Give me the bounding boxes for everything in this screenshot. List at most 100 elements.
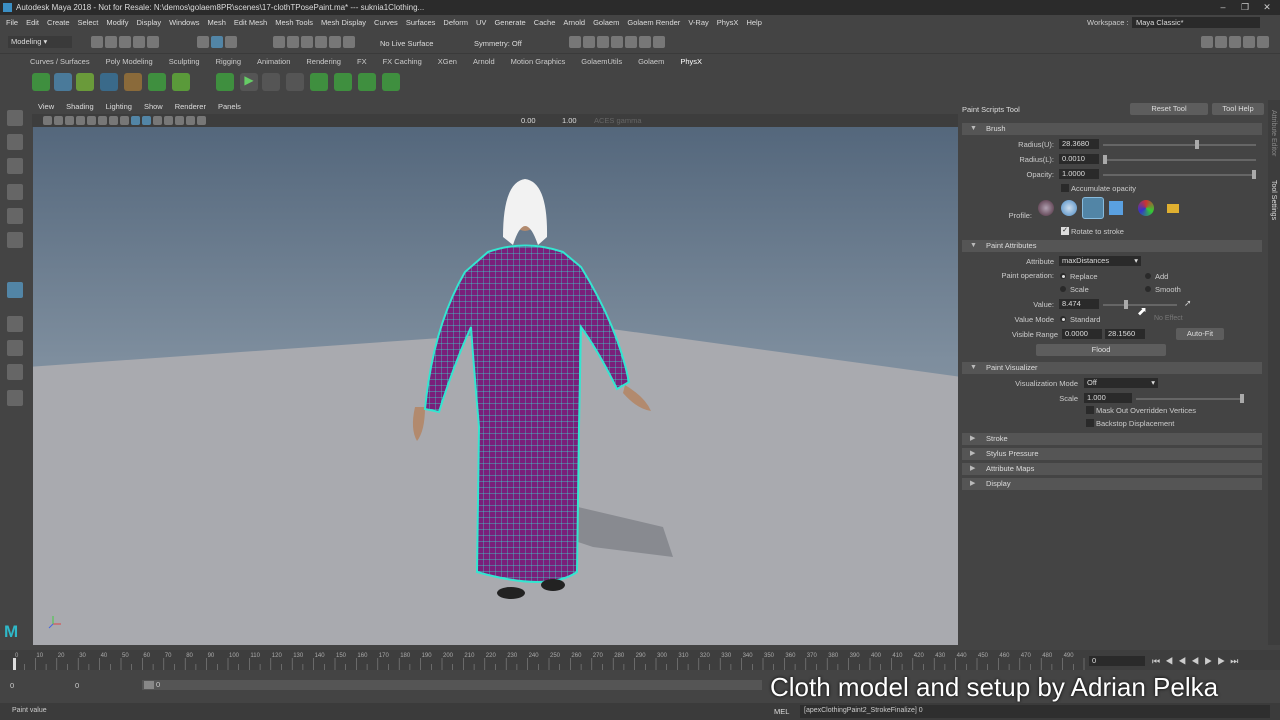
physx-constraint-icon[interactable] <box>124 73 142 91</box>
play-back-icon[interactable]: ◀ <box>1191 656 1204 666</box>
menu-surfaces[interactable]: Surfaces <box>406 18 436 27</box>
script-language-toggle[interactable]: MEL <box>774 707 789 716</box>
mode-select[interactable]: Modeling ▾ <box>8 36 72 48</box>
stylus-pressure-header[interactable]: ▶ Stylus Pressure <box>962 448 1262 460</box>
attribute-maps-header[interactable]: ▶ Attribute Maps <box>962 463 1262 475</box>
mode-standard-radio[interactable] <box>1060 316 1066 322</box>
shelf-tab-sculpting[interactable]: Sculpting <box>169 55 200 68</box>
step-back-icon[interactable]: ◀ <box>1178 656 1191 666</box>
step-back-key-icon[interactable]: ◀ <box>1165 656 1178 666</box>
physx-collider-icon[interactable] <box>100 73 118 91</box>
accumulate-checkbox[interactable] <box>1061 184 1069 192</box>
channel-box-icon[interactable] <box>1243 36 1255 48</box>
layer-editor-icon[interactable] <box>1257 36 1269 48</box>
panel-menu-panels[interactable]: Panels <box>218 101 241 113</box>
shelf-tab-physx[interactable]: PhysX <box>680 55 702 68</box>
shelf-tab-rigging[interactable]: Rigging <box>216 55 241 68</box>
physx-paint-icon[interactable] <box>172 73 190 91</box>
select-tool-icon[interactable] <box>7 110 23 126</box>
paint-attributes-header[interactable]: ▼ Paint Attributes <box>962 240 1262 252</box>
resolution-gate-icon[interactable] <box>98 116 107 125</box>
range-bar[interactable]: 0 <box>142 680 762 690</box>
physx-info-icon[interactable] <box>382 73 400 91</box>
radius-u-thumb[interactable] <box>1195 140 1200 149</box>
tool-help-button[interactable]: Tool Help <box>1212 103 1264 115</box>
range-handle[interactable] <box>144 681 154 689</box>
menu-cache[interactable]: Cache <box>534 18 556 27</box>
snap-surface-icon[interactable] <box>329 36 341 48</box>
image-plane-icon[interactable] <box>65 116 74 125</box>
xray-icon[interactable] <box>197 116 206 125</box>
camera-icon[interactable] <box>43 116 52 125</box>
shelf-tab-xgen[interactable]: XGen <box>438 55 457 68</box>
workspace-select[interactable]: Maya Classic* <box>1132 17 1260 28</box>
profile-image-icon[interactable] <box>1138 200 1154 216</box>
physx-create-icon[interactable] <box>32 73 50 91</box>
panel-menu-shading[interactable]: Shading <box>66 101 94 113</box>
menu-windows[interactable]: Windows <box>169 18 199 27</box>
menu-mesh[interactable]: Mesh <box>208 18 226 27</box>
op-add-radio[interactable] <box>1145 273 1151 279</box>
play-forward-icon[interactable]: ▶ <box>1204 656 1217 666</box>
profile-gaussian-icon[interactable] <box>1038 200 1054 216</box>
opacity-field[interactable]: 1.0000 <box>1059 169 1099 179</box>
range-max-field[interactable]: 28.1560 <box>1105 329 1145 339</box>
display-section-header[interactable]: ▶ Display <box>962 478 1262 490</box>
radius-l-slider[interactable] <box>1103 159 1256 161</box>
symmetry-label[interactable]: Symmetry: Off <box>474 39 522 48</box>
vis-scale-field[interactable]: 1.000 <box>1084 393 1132 403</box>
menu-display[interactable]: Display <box>137 18 162 27</box>
op-scale-radio[interactable] <box>1060 286 1066 292</box>
tool-settings-icon[interactable] <box>1229 36 1241 48</box>
live-surface-label[interactable]: No Live Surface <box>380 39 433 48</box>
minimize-icon[interactable]: – <box>1212 0 1234 15</box>
time-slider[interactable]: 0 10 20 30 40 50 60 70 80 90 100 110 120 130 140 150 160… <box>0 650 1280 670</box>
render-icon[interactable] <box>569 36 581 48</box>
gamma-value[interactable]: 1.00 <box>562 116 577 125</box>
menu-edit-mesh[interactable]: Edit Mesh <box>234 18 267 27</box>
backstop-checkbox[interactable] <box>1086 419 1094 427</box>
vis-mode-select[interactable]: Off ▾ <box>1084 378 1158 388</box>
wireframe-on-shaded-icon[interactable] <box>131 116 140 125</box>
menu-generate[interactable]: Generate <box>494 18 525 27</box>
film-gate-icon[interactable] <box>87 116 96 125</box>
smooth-shade-icon[interactable] <box>120 116 129 125</box>
attribute-select[interactable]: maxDistances ▾ <box>1059 256 1141 266</box>
stroke-section-header[interactable]: ▶ Stroke <box>962 433 1262 445</box>
shelf-tab-poly[interactable]: Poly Modeling <box>106 55 153 68</box>
value-thumb[interactable] <box>1124 300 1128 309</box>
range-start-field[interactable]: 0 <box>10 681 14 690</box>
timeline-ruler[interactable]: 0 10 20 30 40 50 60 70 80 90 100 110 120 130 140 150 160… <box>10 650 1085 670</box>
snap-view-icon[interactable] <box>315 36 327 48</box>
rotate-stroke-checkbox[interactable]: ✓ <box>1061 227 1069 235</box>
menu-create[interactable]: Create <box>47 18 70 27</box>
step-icon[interactable] <box>286 73 304 91</box>
physx-joint-icon[interactable] <box>148 73 166 91</box>
shadows-icon[interactable] <box>164 116 173 125</box>
move-tool-icon[interactable] <box>7 184 23 200</box>
menu-uv[interactable]: UV <box>476 18 486 27</box>
undo-icon[interactable] <box>133 36 145 48</box>
menu-vray[interactable]: V-Ray <box>688 18 708 27</box>
panel-menu-show[interactable]: Show <box>144 101 163 113</box>
snap-curve-icon[interactable] <box>287 36 299 48</box>
menu-modify[interactable]: Modify <box>106 18 128 27</box>
menu-mesh-display[interactable]: Mesh Display <box>321 18 366 27</box>
eyedropper-icon[interactable]: ➚ <box>1184 298 1192 309</box>
current-frame-field[interactable]: 0 <box>1089 656 1145 666</box>
four-view-icon[interactable] <box>7 340 23 356</box>
op-replace-radio[interactable] <box>1060 273 1066 279</box>
range-inner-start-field[interactable]: 0 <box>75 681 79 690</box>
paint-brush-icon[interactable] <box>7 282 23 298</box>
physx-export-icon[interactable] <box>310 73 328 91</box>
mask-checkbox[interactable] <box>1086 406 1094 414</box>
tool-settings-tab[interactable]: Tool Settings <box>1270 180 1277 220</box>
bookmark-icon[interactable] <box>54 116 63 125</box>
current-time-marker[interactable] <box>13 658 16 670</box>
auto-fit-button[interactable]: Auto-Fit <box>1176 328 1224 340</box>
vis-scale-slider[interactable] <box>1136 398 1244 400</box>
range-min-field[interactable]: 0.0000 <box>1062 329 1102 339</box>
snap-point-icon[interactable] <box>301 36 313 48</box>
menu-golaem-render[interactable]: Golaem Render <box>627 18 680 27</box>
command-output[interactable]: [apexClothingPaint2_StrokeFinalize] 0 <box>800 705 1270 718</box>
